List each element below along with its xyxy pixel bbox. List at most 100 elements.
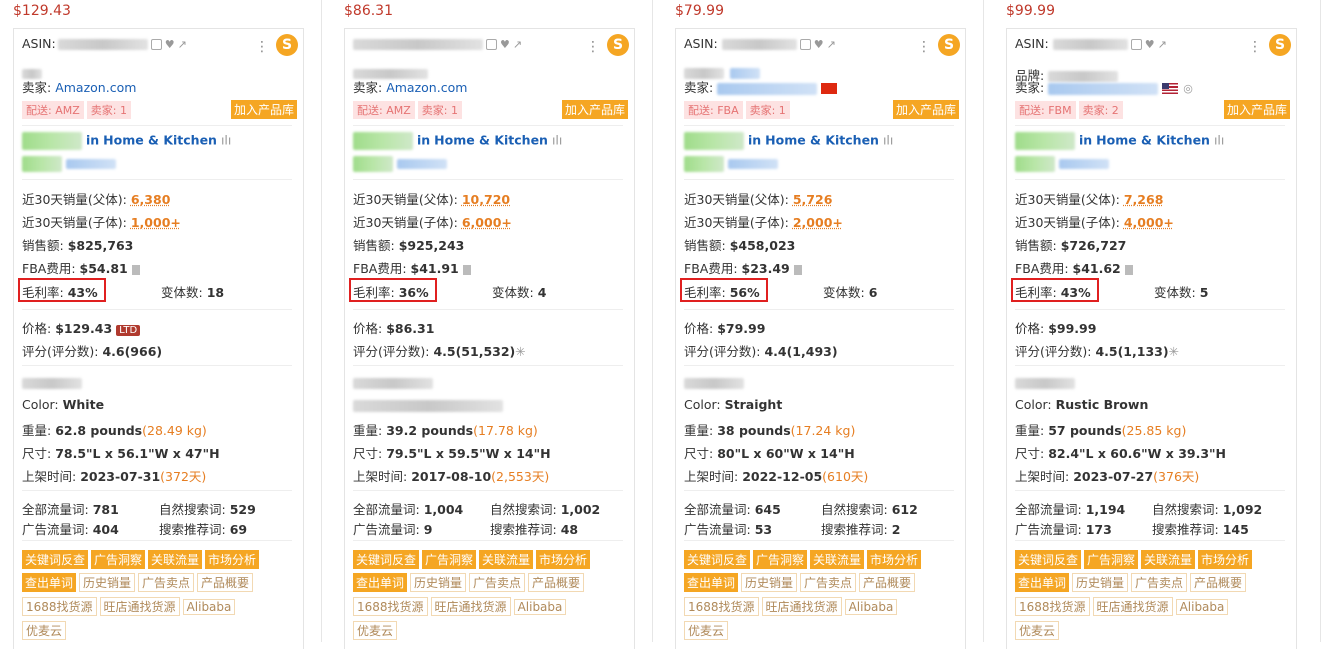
action-button[interactable]: 关联流量 <box>479 550 534 569</box>
natural-kw-value[interactable]: 1,092 <box>1223 502 1263 517</box>
category-link[interactable]: Home & Kitchen <box>765 133 879 148</box>
share-icon[interactable]: ↗ <box>178 38 187 51</box>
plugin-logo-icon[interactable]: S <box>607 34 629 56</box>
sourcing-button[interactable]: 优麦云 <box>22 621 67 640</box>
copy-icon[interactable] <box>799 39 811 50</box>
category-link[interactable]: Home & Kitchen <box>434 133 548 148</box>
sourcing-button[interactable]: 旺店通找货源 <box>99 597 180 616</box>
all-kw-value[interactable]: 1,194 <box>1086 502 1126 517</box>
all-kw-value[interactable]: 645 <box>755 502 781 517</box>
blurred-seller-link[interactable] <box>717 82 818 95</box>
all-kw-value[interactable]: 781 <box>93 502 119 517</box>
action-button[interactable]: 关键词反查 <box>22 550 89 569</box>
sourcing-button[interactable]: 1688找货源 <box>1015 597 1090 616</box>
action-button[interactable]: 市场分析 <box>867 550 922 569</box>
action-button[interactable]: 产品概要 <box>197 573 254 592</box>
sourcing-button[interactable]: 1688找货源 <box>353 597 428 616</box>
sourcing-button[interactable]: Alibaba <box>1175 599 1229 615</box>
action-button[interactable]: 历史销量 <box>741 573 798 592</box>
copy-icon[interactable] <box>1130 39 1142 50</box>
action-button[interactable]: 广告卖点 <box>800 573 857 592</box>
action-button[interactable]: 产品概要 <box>1190 573 1247 592</box>
sales-child-value[interactable]: 4,000+ <box>1124 215 1174 230</box>
action-button[interactable]: 广告卖点 <box>1131 573 1188 592</box>
action-button[interactable]: 关联流量 <box>148 550 203 569</box>
ad-kw-value[interactable]: 9 <box>424 522 433 537</box>
suggest-kw-value[interactable]: 69 <box>230 522 247 537</box>
sourcing-button[interactable]: 旺店通找货源 <box>761 597 842 616</box>
all-kw-value[interactable]: 1,004 <box>424 502 464 517</box>
natural-kw-value[interactable]: 1,002 <box>561 502 601 517</box>
calculator-icon[interactable] <box>462 264 471 275</box>
action-button[interactable]: 查出单词 <box>684 573 739 592</box>
ad-kw-value[interactable]: 173 <box>1086 522 1112 537</box>
suggest-kw-value[interactable]: 48 <box>561 522 578 537</box>
sourcing-button[interactable]: 旺店通找货源 <box>430 597 511 616</box>
seller-link[interactable]: Amazon.com <box>386 80 467 95</box>
share-icon[interactable]: ↗ <box>1158 38 1167 51</box>
suggest-kw-value[interactable]: 145 <box>1223 522 1249 537</box>
natural-kw-value[interactable]: 529 <box>230 502 256 517</box>
heart-icon[interactable]: ♥ <box>500 38 510 51</box>
action-button[interactable]: 查出单词 <box>22 573 77 592</box>
calculator-icon[interactable] <box>1124 264 1133 275</box>
sales-parent-value[interactable]: 6,380 <box>131 192 171 207</box>
seller-link[interactable]: Amazon.com <box>55 80 136 95</box>
ad-kw-value[interactable]: 404 <box>93 522 119 537</box>
sourcing-button[interactable]: 1688找货源 <box>684 597 759 616</box>
action-button[interactable]: 广告卖点 <box>138 573 195 592</box>
action-button[interactable]: 关键词反查 <box>1015 550 1082 569</box>
sourcing-button[interactable]: Alibaba <box>844 599 898 615</box>
sourcing-button[interactable]: 优麦云 <box>684 621 729 640</box>
action-button[interactable]: 广告洞察 <box>1084 550 1139 569</box>
add-to-library-button[interactable]: 加入产品库 <box>1223 100 1290 119</box>
sales-parent-value[interactable]: 10,720 <box>462 192 510 207</box>
more-menu-icon[interactable]: ⋮ <box>586 39 600 55</box>
category-link[interactable]: Home & Kitchen <box>1096 133 1210 148</box>
bar-chart-icon[interactable]: ılı <box>883 133 893 148</box>
more-menu-icon[interactable]: ⋮ <box>917 39 931 55</box>
action-button[interactable]: 市场分析 <box>205 550 260 569</box>
action-button[interactable]: 广告洞察 <box>753 550 808 569</box>
share-icon[interactable]: ↗ <box>827 38 836 51</box>
action-button[interactable]: 广告洞察 <box>422 550 477 569</box>
calculator-icon[interactable] <box>793 264 802 275</box>
action-button[interactable]: 历史销量 <box>1072 573 1129 592</box>
add-to-library-button[interactable]: 加入产品库 <box>892 100 959 119</box>
action-button[interactable]: 市场分析 <box>536 550 591 569</box>
plugin-logo-icon[interactable]: S <box>938 34 960 56</box>
action-button[interactable]: 广告洞察 <box>91 550 146 569</box>
suggest-kw-value[interactable]: 2 <box>892 522 901 537</box>
sales-child-value[interactable]: 1,000+ <box>131 215 181 230</box>
ad-kw-value[interactable]: 53 <box>755 522 772 537</box>
action-button[interactable]: 历史销量 <box>79 573 136 592</box>
action-button[interactable]: 市场分析 <box>1198 550 1253 569</box>
heart-icon[interactable]: ♥ <box>165 38 175 51</box>
sourcing-button[interactable]: 优麦云 <box>353 621 398 640</box>
add-to-library-button[interactable]: 加入产品库 <box>561 100 628 119</box>
sales-parent-value[interactable]: 7,268 <box>1124 192 1164 207</box>
sales-parent-value[interactable]: 5,726 <box>793 192 833 207</box>
sourcing-button[interactable]: 旺店通找货源 <box>1092 597 1173 616</box>
bar-chart-icon[interactable]: ılı <box>552 133 562 148</box>
copy-icon[interactable] <box>150 39 162 50</box>
action-button[interactable]: 查出单词 <box>353 573 408 592</box>
sourcing-button[interactable]: Alibaba <box>513 599 567 615</box>
action-button[interactable]: 查出单词 <box>1015 573 1070 592</box>
action-button[interactable]: 关键词反查 <box>353 550 420 569</box>
action-button[interactable]: 广告卖点 <box>469 573 526 592</box>
action-button[interactable]: 产品概要 <box>859 573 916 592</box>
location-pin-icon[interactable]: ◎ <box>1183 82 1193 95</box>
copy-icon[interactable] <box>486 39 497 50</box>
action-button[interactable]: 历史销量 <box>410 573 467 592</box>
heart-icon[interactable]: ♥ <box>814 38 824 51</box>
add-to-library-button[interactable]: 加入产品库 <box>230 100 297 119</box>
plugin-logo-icon[interactable]: S <box>276 34 298 56</box>
more-menu-icon[interactable]: ⋮ <box>1248 39 1262 55</box>
action-button[interactable]: 关联流量 <box>810 550 865 569</box>
share-icon[interactable]: ↗ <box>513 38 522 51</box>
sales-child-value[interactable]: 6,000+ <box>462 215 512 230</box>
category-link[interactable]: Home & Kitchen <box>103 133 217 148</box>
sales-child-value[interactable]: 2,000+ <box>793 215 843 230</box>
natural-kw-value[interactable]: 612 <box>892 502 918 517</box>
